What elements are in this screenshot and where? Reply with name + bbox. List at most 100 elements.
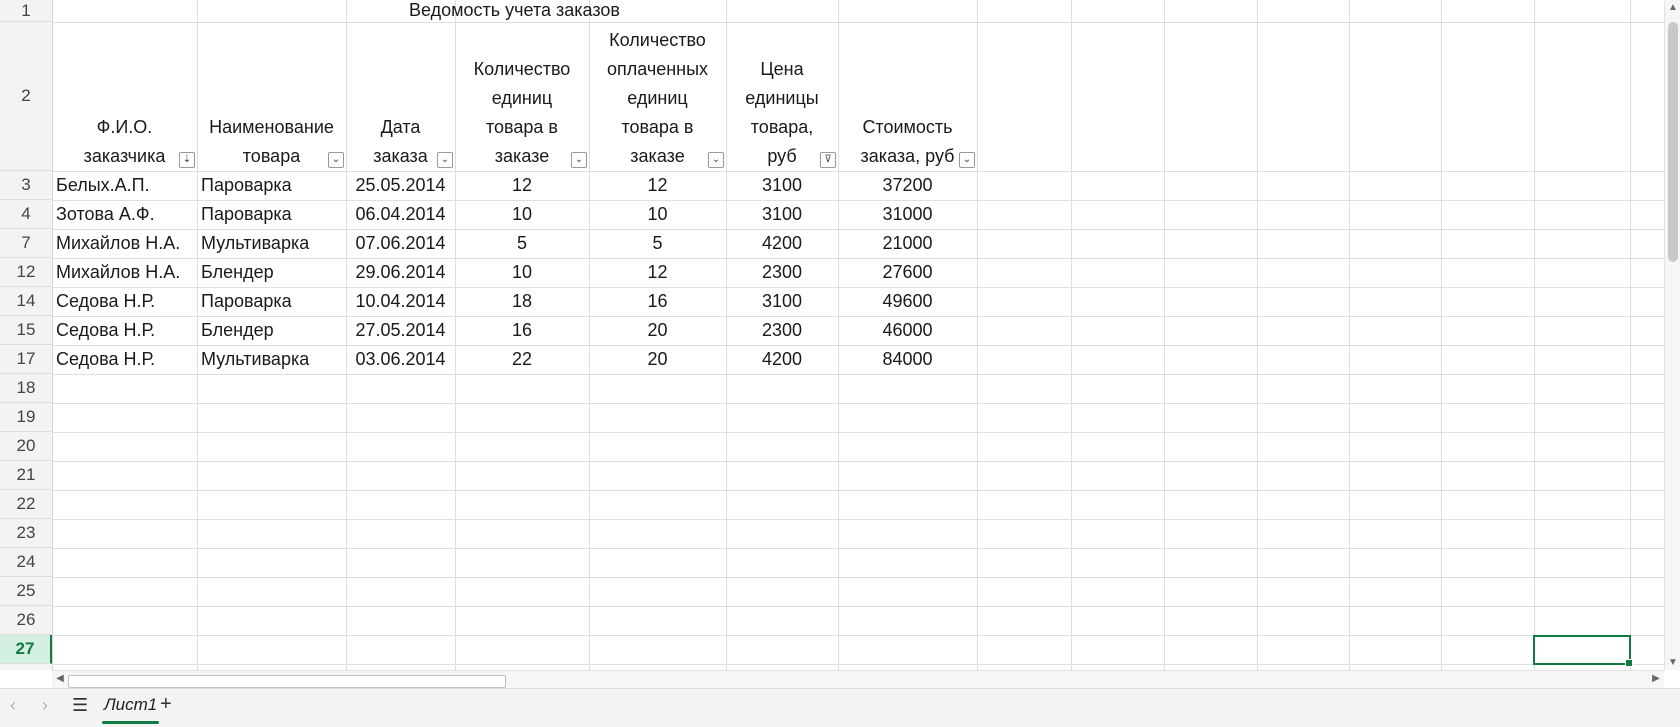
row-header-15[interactable]: 15 — [0, 316, 52, 345]
cell-product[interactable]: Мультиварка — [201, 345, 309, 374]
horizontal-scrollbar[interactable]: ◀ ▶ — [52, 670, 1664, 689]
cell-date[interactable]: 06.04.2014 — [346, 200, 455, 229]
row-header-3[interactable]: 3 — [0, 171, 52, 200]
column-header-qty[interactable]: Количество единиц товара в заказе — [455, 22, 589, 171]
cell-date[interactable]: 07.06.2014 — [346, 229, 455, 258]
cell-fio[interactable]: Седова Н.Р. — [56, 345, 155, 374]
row-header-18[interactable]: 18 — [0, 374, 52, 403]
scroll-down-icon[interactable]: ▼ — [1665, 657, 1680, 668]
row-header-24[interactable]: 24 — [0, 548, 52, 577]
cell-date[interactable]: 25.05.2014 — [346, 171, 455, 200]
cell-product[interactable]: Пароварка — [201, 171, 292, 200]
sheet-tab-list1[interactable]: Лист1 — [102, 695, 160, 724]
cell-cost[interactable]: 46000 — [838, 316, 977, 345]
row-header-4[interactable]: 4 — [0, 200, 52, 229]
all-sheets-menu-icon[interactable]: ☰ — [72, 695, 88, 716]
cell-product[interactable]: Мультиварка — [201, 229, 309, 258]
cell-date[interactable]: 27.05.2014 — [346, 316, 455, 345]
row-header-25[interactable]: 25 — [0, 577, 52, 606]
cell-price[interactable]: 4200 — [726, 345, 838, 374]
filter-dropdown-icon[interactable]: ⌄ — [959, 152, 975, 168]
cell-fio[interactable]: Седова Н.Р. — [56, 316, 155, 345]
column-header-fio[interactable]: Ф.И.О. заказчика — [52, 22, 197, 171]
column-header-product[interactable]: Наименование товара — [197, 22, 346, 171]
row-header-17[interactable]: 17 — [0, 345, 52, 374]
spreadsheet-grid[interactable]: 1 2 3 4 7 12 14 15 17 18 19 20 21 22 23 24 25 26 27 Ведомо… — [0, 0, 1664, 670]
row-header-20[interactable]: 20 — [0, 432, 52, 461]
column-header-cost[interactable]: Стоимость заказа, руб — [838, 22, 977, 171]
cell-qty[interactable]: 10 — [455, 200, 589, 229]
next-sheet-icon[interactable]: › — [42, 695, 48, 716]
column-header-price[interactable]: Цена единицы товара, руб — [726, 22, 838, 171]
filter-dropdown-icon[interactable]: ⌄ — [437, 152, 453, 168]
cell-date[interactable]: 29.06.2014 — [346, 258, 455, 287]
cell-price[interactable]: 3100 — [726, 287, 838, 316]
filter-dropdown-icon[interactable]: ⌄ — [571, 152, 587, 168]
filter-applied-icon[interactable]: ⊽ — [820, 152, 836, 168]
column-header-date[interactable]: Дата заказа — [346, 22, 455, 171]
cell-cost[interactable]: 84000 — [838, 345, 977, 374]
cell-paid[interactable]: 5 — [589, 229, 726, 258]
grid-col-line — [1630, 0, 1631, 670]
cell-fio[interactable]: Белых.А.П. — [56, 171, 150, 200]
vertical-scrollbar[interactable]: ▲ ▼ — [1664, 0, 1680, 670]
cell-qty[interactable]: 12 — [455, 171, 589, 200]
cell-paid[interactable]: 20 — [589, 316, 726, 345]
cell-paid[interactable]: 12 — [589, 171, 726, 200]
row-header-2[interactable]: 2 — [0, 22, 52, 171]
row-header-21[interactable]: 21 — [0, 461, 52, 490]
cell-date[interactable]: 10.04.2014 — [346, 287, 455, 316]
sort-filter-icon[interactable]: ⇣ — [179, 152, 195, 168]
cell-paid[interactable]: 12 — [589, 258, 726, 287]
cell-cost[interactable]: 49600 — [838, 287, 977, 316]
cell-paid[interactable]: 10 — [589, 200, 726, 229]
filter-dropdown-icon[interactable]: ⌄ — [708, 152, 724, 168]
cell-paid[interactable]: 16 — [589, 287, 726, 316]
cell-fio[interactable]: Седова Н.Р. — [56, 287, 155, 316]
cell-fio[interactable]: Михайлов Н.А. — [56, 229, 180, 258]
row-header-1[interactable]: 1 — [0, 0, 52, 22]
row-header-12[interactable]: 12 — [0, 258, 52, 287]
cell-product[interactable]: Блендер — [201, 316, 274, 345]
column-header-line: товара — [242, 146, 301, 166]
cell-fio[interactable]: Михайлов Н.А. — [56, 258, 180, 287]
selected-cell[interactable] — [1533, 635, 1633, 667]
cell-qty[interactable]: 18 — [455, 287, 589, 316]
row-header-7[interactable]: 7 — [0, 229, 52, 258]
cell-price[interactable]: 2300 — [726, 258, 838, 287]
row-header-22[interactable]: 22 — [0, 490, 52, 519]
row-header-27[interactable]: 27 — [0, 635, 52, 664]
fill-handle[interactable] — [1625, 659, 1633, 667]
vertical-scroll-thumb[interactable] — [1668, 22, 1678, 262]
column-header-paid[interactable]: Количество оплаченных единиц товара в заказе — [589, 22, 726, 171]
filter-dropdown-icon[interactable]: ⌄ — [328, 152, 344, 168]
cell-cost[interactable]: 27600 — [838, 258, 977, 287]
cell-date[interactable]: 03.06.2014 — [346, 345, 455, 374]
cell-cost[interactable]: 21000 — [838, 229, 977, 258]
row-header-26[interactable]: 26 — [0, 606, 52, 635]
row-header-14[interactable]: 14 — [0, 287, 52, 316]
add-sheet-icon[interactable]: + — [160, 693, 172, 716]
cell-cost[interactable]: 37200 — [838, 171, 977, 200]
cell-qty[interactable]: 10 — [455, 258, 589, 287]
row-header-23[interactable]: 23 — [0, 519, 52, 548]
cell-paid[interactable]: 20 — [589, 345, 726, 374]
cell-price[interactable]: 4200 — [726, 229, 838, 258]
cell-price[interactable]: 2300 — [726, 316, 838, 345]
cell-product[interactable]: Пароварка — [201, 200, 292, 229]
cell-fio[interactable]: Зотова А.Ф. — [56, 200, 155, 229]
cell-qty[interactable]: 22 — [455, 345, 589, 374]
scroll-right-icon[interactable]: ▶ — [1648, 673, 1664, 684]
scroll-left-icon[interactable]: ◀ — [52, 673, 68, 684]
cell-qty[interactable]: 5 — [455, 229, 589, 258]
scroll-up-icon[interactable]: ▲ — [1665, 2, 1680, 13]
cell-qty[interactable]: 16 — [455, 316, 589, 345]
cell-price[interactable]: 3100 — [726, 171, 838, 200]
horizontal-scroll-thumb[interactable] — [68, 675, 506, 688]
cell-price[interactable]: 3100 — [726, 200, 838, 229]
cell-cost[interactable]: 31000 — [838, 200, 977, 229]
cell-product[interactable]: Пароварка — [201, 287, 292, 316]
cell-product[interactable]: Блендер — [201, 258, 274, 287]
row-header-19[interactable]: 19 — [0, 403, 52, 432]
prev-sheet-icon[interactable]: ‹ — [10, 695, 16, 716]
